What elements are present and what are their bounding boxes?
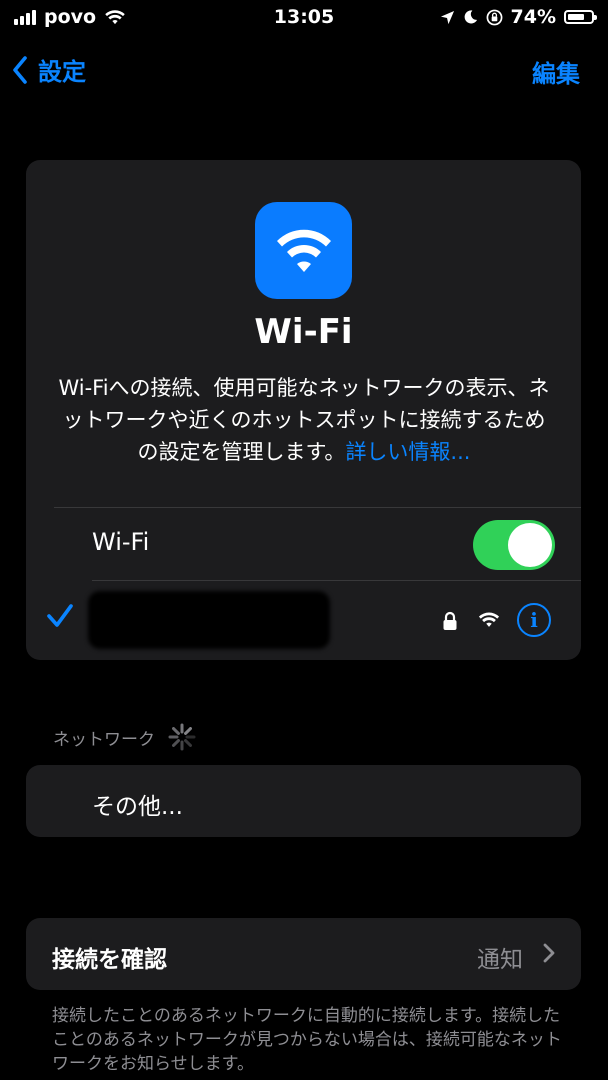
other-network-row[interactable]: その他... [26,765,581,837]
battery-icon [564,10,597,24]
back-button[interactable]: 設定 [12,52,86,87]
learn-more-link[interactable]: 詳しい情報... [345,440,470,464]
connected-network-row[interactable]: i [26,581,581,660]
redacted-network-name [88,591,330,649]
ask-to-join-label: 接続を確認 [52,947,167,973]
moon-icon [464,10,477,24]
chevron-left-icon [13,55,27,84]
description: Wi-Fiへの接続、使用可能なネットワークの表示、ネットワークや近くのホットスポ… [54,372,554,468]
wifi-toggle-row: Wi-Fi [26,508,581,580]
wifi-toggle-label: Wi-Fi [92,528,150,556]
ask-to-join-row[interactable]: 接続を確認 通知 [26,918,581,990]
status-right: 74% [440,6,597,28]
location-arrow-icon [440,10,454,24]
wifi-toggle-switch[interactable] [473,520,555,570]
wifi-card: Wi-Fi Wi-Fiへの接続、使用可能なネットワークの表示、ネットワークや近く… [26,160,581,660]
toggle-knob [508,523,552,567]
lock-icon [443,611,457,630]
ask-to-join-footer: 接続したことのあるネットワークに自動的に接続します。接続したことのあるネットワー… [52,1006,562,1074]
networks-header-label: ネットワーク [53,729,155,750]
edit-button[interactable]: 編集 [532,54,580,89]
description-text: Wi-Fiへの接続、使用可能なネットワークの表示、ネットワークや近くのホットスポ… [58,376,550,464]
info-button[interactable]: i [517,603,551,637]
rotation-lock-icon [486,9,502,25]
other-network-label: その他... [92,794,183,820]
checkmark-icon [47,604,73,627]
back-label: 設定 [38,58,86,86]
page-title: Wi-Fi [254,312,353,352]
networks-section-header: ネットワーク [53,722,197,752]
status-bar: povo 13:05 74% [0,0,608,36]
wifi-signal-icon [478,612,500,627]
navigation-bar: 設定 編集 [0,48,608,92]
battery-percent: 74% [510,6,556,28]
wifi-icon [276,229,331,272]
wifi-app-icon [255,202,352,299]
chevron-right-icon [543,943,555,963]
ask-to-join-value: 通知 [477,947,523,973]
loading-spinner-icon [168,723,196,751]
